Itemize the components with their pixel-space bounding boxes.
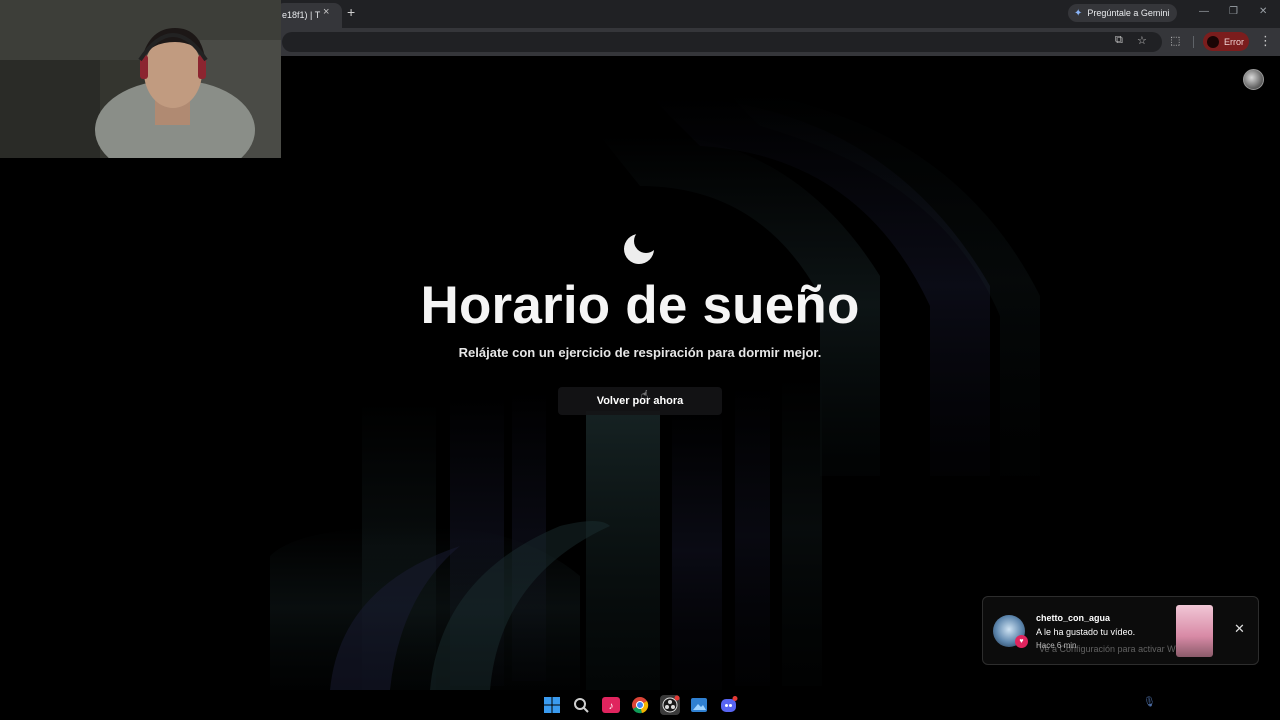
page-title: Horario de sueño: [420, 276, 860, 335]
maximize-button[interactable]: ❐: [1229, 6, 1238, 17]
browser-tab[interactable]: e18f1) | T: [276, 3, 342, 28]
close-window-button[interactable]: ✕: [1259, 6, 1267, 17]
moon-icon: [624, 234, 654, 264]
search-icon[interactable]: [571, 695, 591, 715]
like-notification[interactable]: ♥ chetto_con_agua A le ha gustado tu víd…: [982, 596, 1259, 665]
webcam-overlay: [0, 0, 281, 158]
page-subtitle: Relájate con un ejercicio de respiración…: [458, 345, 822, 360]
new-tab-button[interactable]: +: [347, 4, 355, 20]
user-avatar[interactable]: [1243, 69, 1264, 90]
notification-username: chetto_con_agua: [1036, 613, 1111, 623]
mouse-cursor-icon: ☝: [641, 388, 649, 402]
notification-message: A le ha gustado tu vídeo.: [1036, 627, 1136, 637]
translate-icon[interactable]: ⧉: [1115, 34, 1123, 47]
windows-taskbar: ♪ 🎙: [0, 690, 1280, 720]
minimize-button[interactable]: —: [1199, 6, 1209, 17]
address-bar[interactable]: [282, 32, 1162, 52]
chrome-icon[interactable]: [630, 695, 650, 715]
gemini-label: Pregúntale a Gemini: [1087, 8, 1170, 18]
tab-title: e18f1) | T: [282, 10, 321, 20]
gemini-sparkle-icon: ✦: [1074, 7, 1083, 19]
bookmark-star-icon[interactable]: ☆: [1137, 34, 1147, 47]
svg-text:♪: ♪: [609, 701, 614, 712]
profile-error-button[interactable]: Error: [1203, 32, 1249, 51]
windows-start-icon[interactable]: [542, 695, 562, 715]
discord-icon[interactable]: [719, 695, 739, 715]
error-label: Error: [1224, 36, 1244, 47]
notification-close-button[interactable]: ✕: [1234, 621, 1245, 637]
tab-close-icon[interactable]: ×: [323, 6, 329, 18]
extensions-icon[interactable]: ⬚: [1170, 34, 1180, 47]
gemini-button[interactable]: ✦ Pregúntale a Gemini: [1068, 4, 1178, 22]
obs-icon[interactable]: [660, 695, 680, 715]
profile-avatar-icon: [1207, 35, 1219, 48]
video-thumbnail: [1176, 605, 1213, 657]
tiktok-icon[interactable]: ♪: [601, 695, 621, 715]
screen: e18f1) | T × + ✦ Pregúntale a Gemini — ❐…: [0, 0, 1280, 720]
microphone-icon[interactable]: 🎙: [1143, 697, 1156, 708]
back-for-now-button[interactable]: Volver por ahora: [558, 387, 722, 415]
toolbar-divider: [1193, 36, 1194, 48]
browser-menu-icon[interactable]: ⋮: [1259, 33, 1272, 49]
photos-icon[interactable]: [689, 695, 709, 715]
heart-icon: ♥: [1015, 635, 1028, 648]
